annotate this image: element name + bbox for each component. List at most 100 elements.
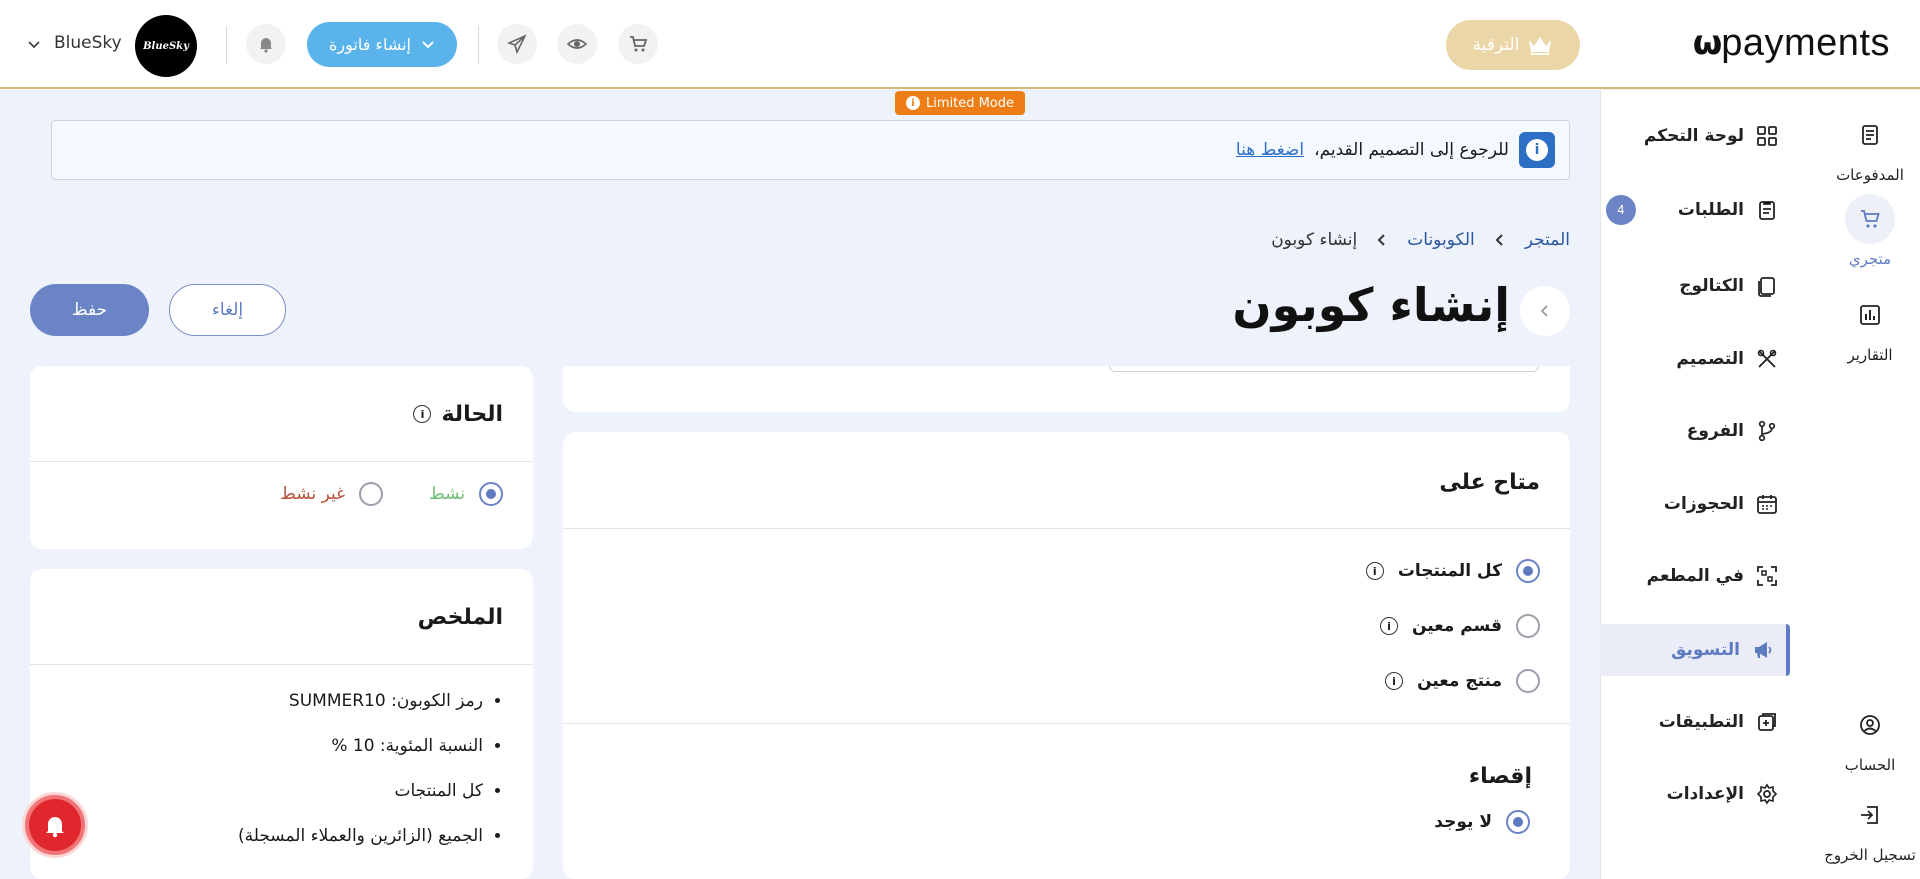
cart-icon xyxy=(1861,210,1880,228)
top-bar: ω payments الترقية إنشاء فاتورة BlueSky … xyxy=(0,0,1920,89)
limited-mode-badge: i Limited Mode xyxy=(895,91,1025,115)
rail-item-reports[interactable]: التقارير xyxy=(1820,290,1920,364)
divider xyxy=(30,664,533,665)
option-all-products[interactable]: كل المنتجات i xyxy=(1365,559,1540,583)
cancel-button[interactable]: إلغاء xyxy=(169,284,286,336)
menu-label: الطلبات xyxy=(1677,200,1744,220)
icon-rail: المدفوعات متجري التقارير الحساب تسجيل ال… xyxy=(1820,90,1920,879)
menu-item-catalog[interactable]: الكتالوج xyxy=(1600,260,1790,312)
payments-logo[interactable]: ω payments xyxy=(1690,20,1890,66)
rail-item-account[interactable]: الحساب xyxy=(1820,700,1920,774)
brand-avatar[interactable]: BlueSky xyxy=(135,15,197,77)
banner-text: للرجوع إلى التصميم القديم، xyxy=(1314,140,1509,160)
rail-label: الحساب xyxy=(1844,756,1896,774)
menu-label: لوحة التحكم xyxy=(1643,126,1744,146)
option-label: لا يوجد xyxy=(1434,812,1492,832)
orders-count-badge: 4 xyxy=(1606,195,1636,225)
rail-item-my-store[interactable]: متجري xyxy=(1820,194,1920,268)
radio-inactive[interactable] xyxy=(359,482,383,506)
menu-label: التصميم xyxy=(1676,349,1744,369)
upgrade-button[interactable]: الترقية xyxy=(1446,20,1580,70)
back-button[interactable] xyxy=(1520,286,1570,336)
rail-label: تسجيل الخروج xyxy=(1824,846,1916,864)
logo-mark-icon: ω xyxy=(1692,23,1723,63)
qr-icon xyxy=(1757,566,1777,586)
notifications-button[interactable] xyxy=(246,24,286,64)
radio-all-products[interactable] xyxy=(1516,559,1540,583)
rail-item-logout[interactable]: تسجيل الخروج xyxy=(1820,790,1920,864)
menu-item-in-restaurant[interactable]: في المطعم xyxy=(1600,550,1790,602)
branch-icon xyxy=(1758,420,1776,442)
option-no-exclusion[interactable]: لا يوجد xyxy=(1434,810,1530,834)
info-icon[interactable]: i xyxy=(1365,562,1384,580)
rail-item-payments[interactable]: المدفوعات xyxy=(1820,110,1920,184)
paper-plane-icon xyxy=(507,34,527,54)
divider xyxy=(30,461,533,462)
summary-item: رمز الكوبون: SUMMER10 xyxy=(238,679,483,724)
menu-label: الحجوزات xyxy=(1663,494,1744,514)
crown-icon xyxy=(1529,37,1552,55)
info-icon[interactable]: i xyxy=(1379,617,1398,635)
option-label: كل المنتجات xyxy=(1397,561,1502,581)
divider xyxy=(563,528,1570,529)
radio-specific-category[interactable] xyxy=(1516,614,1540,638)
cart-shortcut-button[interactable] xyxy=(618,24,658,64)
menu-item-reservations[interactable]: الحجوزات xyxy=(1600,478,1790,530)
menu-label: الإعدادات xyxy=(1666,784,1744,804)
breadcrumb-store[interactable]: المتجر xyxy=(1525,230,1570,250)
chevron-left-icon xyxy=(1377,234,1385,246)
radio-active[interactable] xyxy=(479,482,503,506)
option-label: قسم معين xyxy=(1411,616,1502,636)
menu-item-dashboard[interactable]: لوحة التحكم xyxy=(1600,110,1790,162)
option-specific-category[interactable]: قسم معين i xyxy=(1379,614,1540,638)
send-button[interactable] xyxy=(497,24,537,64)
menu-item-branches[interactable]: الفروع xyxy=(1600,405,1790,457)
info-icon[interactable]: i xyxy=(413,405,432,423)
breadcrumb-coupons[interactable]: الكوبونات xyxy=(1407,230,1475,250)
status-title: الحالة xyxy=(441,401,503,427)
brand-name[interactable]: BlueSky xyxy=(54,33,122,53)
wallet-icon xyxy=(1862,125,1878,145)
summary-item: كل المنتجات xyxy=(238,769,483,814)
status-inactive-option[interactable]: غير نشط xyxy=(280,482,383,506)
availability-title-text: متاح على xyxy=(1439,469,1540,495)
menu-item-design[interactable]: التصميم xyxy=(1600,333,1790,385)
info-banner: i للرجوع إلى التصميم القديم، اضغط هنا xyxy=(51,120,1570,180)
summary-item: النسبة المئوية: 10 % xyxy=(238,724,483,769)
preview-button[interactable] xyxy=(557,24,597,64)
radio-no-exclusion[interactable] xyxy=(1506,810,1530,834)
previous-section-card xyxy=(563,366,1570,412)
menu-label: في المطعم xyxy=(1646,566,1744,586)
save-button[interactable]: حفظ xyxy=(30,284,149,336)
summary-title: الملخص xyxy=(417,604,503,630)
chevron-down-icon xyxy=(422,40,434,48)
old-design-link[interactable]: اضغط هنا xyxy=(1236,140,1304,160)
divider xyxy=(226,26,227,64)
summary-card: الملخص رمز الكوبون: SUMMER10 النسبة المئ… xyxy=(30,569,533,879)
menu-item-settings[interactable]: الإعدادات xyxy=(1600,768,1790,820)
option-specific-product[interactable]: منتج معين i xyxy=(1385,669,1540,693)
info-icon: i xyxy=(905,96,920,110)
menu-item-marketing[interactable]: التسويق xyxy=(1600,624,1790,676)
breadcrumb: المتجر الكوبونات إنشاء كوبون xyxy=(1271,230,1570,250)
menu-label: الكتالوج xyxy=(1679,276,1744,296)
chevron-left-icon xyxy=(1495,234,1503,246)
availability-title: متاح على xyxy=(1439,462,1570,502)
megaphone-icon xyxy=(1755,642,1772,658)
chart-icon xyxy=(1860,305,1880,325)
page-title: إنشاء كوبون xyxy=(1232,278,1510,332)
radio-specific-product[interactable] xyxy=(1516,669,1540,693)
create-invoice-button[interactable]: إنشاء فاتورة xyxy=(307,22,457,67)
exclusion-title: إقصاء xyxy=(1469,756,1562,796)
divider xyxy=(478,26,479,64)
gear-icon xyxy=(1756,783,1778,805)
logo-word: payments xyxy=(1721,21,1890,64)
menu-item-apps[interactable]: التطبيقات xyxy=(1600,696,1790,748)
input-field-edge[interactable] xyxy=(1109,366,1539,372)
status-active-option[interactable]: نشط xyxy=(429,482,503,506)
status-active-label: نشط xyxy=(428,484,465,504)
chevron-down-icon[interactable] xyxy=(26,36,42,52)
notification-bell-button[interactable] xyxy=(25,795,85,855)
info-icon[interactable]: i xyxy=(1385,672,1404,690)
rail-label: المدفوعات xyxy=(1836,166,1904,184)
